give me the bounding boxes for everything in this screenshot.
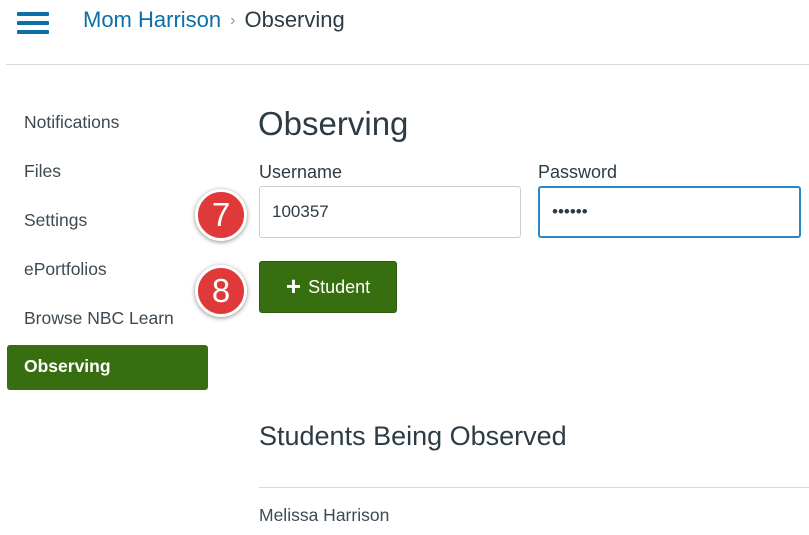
sidebar-item-files[interactable]: Files (7, 154, 208, 188)
header-divider (6, 64, 809, 65)
add-student-button[interactable]: + Student (259, 261, 397, 313)
students-divider (259, 487, 809, 488)
callout-badge-8: 8 (195, 265, 247, 317)
sidebar-item-notifications[interactable]: Notifications (7, 105, 208, 139)
username-input[interactable] (259, 186, 521, 238)
page-title: Observing (258, 105, 409, 142)
sidebar-item-settings[interactable]: Settings (7, 203, 208, 237)
breadcrumb-parent-link[interactable]: Mom Harrison (83, 7, 221, 32)
add-student-label: Student (308, 276, 371, 297)
password-input[interactable] (538, 186, 801, 238)
sidebar-item-observing[interactable]: Observing (7, 345, 208, 390)
password-label: Password (538, 162, 618, 182)
sidebar-nav: Notifications Files Settings ePortfolios… (7, 105, 208, 405)
plus-icon: + (285, 271, 302, 301)
sidebar-item-eportfolios[interactable]: ePortfolios (7, 252, 208, 286)
breadcrumb-separator: › (230, 12, 236, 29)
callout-badge-7: 7 (195, 189, 247, 241)
hamburger-menu-icon[interactable] (17, 12, 49, 34)
list-item: Melissa Harrison (259, 505, 390, 525)
sidebar-item-browse-nbc-learn[interactable]: Browse NBC Learn (7, 301, 174, 335)
breadcrumb: Mom Harrison › Observing (83, 6, 345, 37)
breadcrumb-current: Observing (244, 7, 345, 32)
username-label: Username (259, 162, 343, 182)
students-being-observed-heading: Students Being Observed (259, 421, 567, 451)
